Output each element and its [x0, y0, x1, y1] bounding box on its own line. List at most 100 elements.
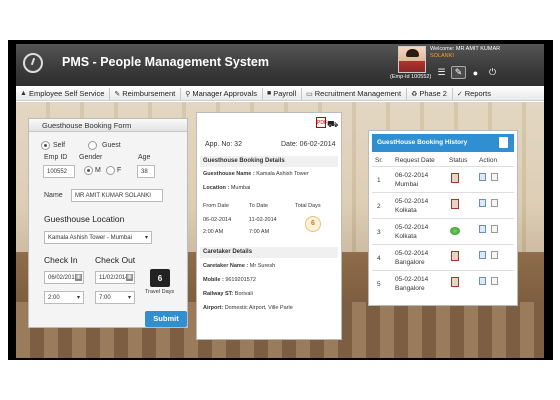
airport-value: Domestic Airport, Ville Parle	[224, 305, 293, 311]
edit-icon[interactable]	[491, 225, 498, 233]
menu-list-icon[interactable]: ☰	[434, 66, 449, 79]
gender-m-label: M	[95, 167, 101, 174]
view-icon[interactable]	[479, 199, 486, 207]
power-icon[interactable]: ⏻	[485, 66, 500, 79]
checkin-date-field[interactable]: 06/02/2014 ▦	[44, 271, 84, 284]
emp-id-label: Emp ID	[44, 154, 68, 161]
chevron-down-icon: ▾	[127, 295, 131, 301]
caretaker-name-label: Caretaker Name :	[203, 263, 249, 269]
row-city: Mumbai	[395, 181, 419, 188]
to-date-value: 11-02-2014	[249, 217, 277, 223]
checkout-date-field[interactable]: 11/02/2014 ▦	[95, 271, 135, 284]
nav-reports[interactable]: ✓ Reports	[453, 88, 496, 100]
row-city: Kolkata	[395, 207, 417, 214]
caretaker-mobile: Mobile : 9619201572	[203, 277, 256, 283]
radio-guest[interactable]	[88, 141, 97, 150]
emp-id-field[interactable]: 100552	[43, 165, 75, 178]
nav-label: Reimbursement	[122, 89, 176, 98]
calendar-icon[interactable]: ▦	[75, 274, 82, 281]
nav-employee-self-service[interactable]: ▲ Employee Self Service	[16, 87, 111, 100]
guesthouse-name-value: Kamala Ashish Tower	[256, 171, 309, 177]
radio-gender-m[interactable]	[84, 166, 93, 175]
nav-manager-approvals[interactable]: ⚲ Manager Approvals	[181, 87, 263, 100]
booking-history-title-text: GuestHouse Booking History	[377, 139, 468, 146]
chevron-down-icon: ▾	[144, 235, 148, 241]
mobile-label: Mobile :	[203, 277, 224, 283]
location-label: Location :	[203, 185, 230, 191]
booking-form-panel: Guesthouse Booking Form Self Guest Emp I…	[28, 118, 188, 328]
radio-guest-label: Guest	[102, 142, 121, 149]
search-icon: ⚲	[185, 90, 191, 98]
guesthouse-details-heading: Guesthouse Booking Details	[200, 156, 338, 167]
person-icon: ▲	[20, 90, 27, 97]
nav-recruitment-management[interactable]: ▭ Recruitment Management	[302, 87, 408, 100]
radio-gender-f[interactable]	[106, 166, 115, 175]
nav-label: Employee Self Service	[28, 89, 105, 98]
edit-icon[interactable]	[491, 173, 498, 181]
row-sr: 1	[377, 177, 381, 184]
recycle-icon: ♻	[411, 90, 418, 98]
emp-id-label: (Emp-Id 100552)	[390, 74, 432, 80]
travel-days-label: Travel Days	[145, 289, 175, 295]
chevron-down-icon: ▾	[76, 295, 80, 301]
row-date: 05-02-2014	[395, 198, 429, 205]
row-divider	[372, 244, 514, 245]
application-number: App. No: 32	[205, 141, 242, 148]
nav-label: Manager Approvals	[192, 89, 257, 98]
submit-button[interactable]: Submit	[145, 311, 187, 327]
avatar[interactable]	[398, 46, 426, 73]
nav-payroll[interactable]: ■ Payroll	[263, 87, 303, 100]
app-title: PMS - People Management System	[62, 55, 270, 69]
column-header-sr: Sr.	[375, 157, 383, 164]
checkin-time-select[interactable]: 2:00 ▾	[44, 291, 84, 304]
location-heading: Guesthouse Location	[44, 214, 125, 224]
edit-icon[interactable]	[491, 251, 498, 259]
nav-label: Recruitment Management	[314, 89, 402, 98]
header-toolbar: ☰ ✎ ● ⏻	[434, 66, 500, 79]
application-date: Date: 06-02-2014	[281, 141, 336, 148]
caretaker-name-value: Mr Suresh	[249, 263, 276, 269]
edit-icon[interactable]	[491, 199, 498, 207]
gender-f-label: F	[117, 167, 122, 174]
row-date: 06-02-2014	[395, 172, 429, 179]
app-window: PMS - People Management System Welcome: …	[16, 44, 544, 358]
total-days-badge: 6	[305, 216, 321, 232]
radio-self[interactable]	[41, 141, 50, 150]
main-nav: ▲ Employee Self Service ✎ Reimbursement ⚲ M…	[16, 87, 544, 101]
column-header-request-date: Request Date	[395, 157, 435, 164]
nav-phase-2[interactable]: ♻ Phase 2	[407, 87, 453, 100]
row-sr: 5	[377, 281, 381, 288]
checkin-heading: Check In	[44, 255, 78, 265]
suitcase-icon: 6	[150, 269, 170, 287]
wrench-icon: ✎	[114, 90, 121, 98]
view-icon[interactable]	[479, 251, 486, 259]
document-icon[interactable]	[499, 137, 508, 148]
view-icon[interactable]	[479, 173, 486, 181]
location-value: Mumbai	[230, 185, 251, 191]
age-label: Age	[138, 154, 151, 161]
row-sr: 2	[377, 203, 381, 210]
view-icon[interactable]	[479, 225, 486, 233]
view-icon[interactable]	[479, 277, 486, 285]
gender-label: Gender	[79, 154, 103, 161]
from-time-value: 2:00 AM	[203, 229, 224, 235]
row-divider	[372, 192, 514, 193]
railway-station: Railway ST: Borivali	[203, 291, 253, 297]
location-select[interactable]: Kamala Ashish Tower - Mumbai ▾	[44, 231, 152, 244]
nav-reimbursement[interactable]: ✎ Reimbursement	[110, 87, 182, 100]
row-city: Bangalore	[395, 259, 425, 266]
calendar-icon[interactable]: ▦	[126, 274, 133, 281]
truck-icon[interactable]: ⛟	[327, 119, 338, 131]
checkout-time-select[interactable]: 7:00 ▾	[95, 291, 135, 304]
name-field[interactable]: MR AMIT KUMAR SOLANKI	[71, 189, 163, 202]
booking-history-panel: GuestHouse Booking History Sr. Request D…	[368, 130, 518, 306]
welcome-line-2: SOLANKI	[430, 53, 454, 59]
logo-icon[interactable]	[23, 53, 43, 73]
nav-label: Payroll	[273, 89, 297, 98]
row-divider	[372, 218, 514, 219]
age-field[interactable]: 38	[137, 165, 155, 178]
user-icon[interactable]: ●	[468, 66, 483, 79]
edit-icon[interactable]	[491, 277, 498, 285]
pdf-icon[interactable]: PDF	[316, 117, 327, 128]
edit-icon[interactable]: ✎	[451, 66, 466, 79]
